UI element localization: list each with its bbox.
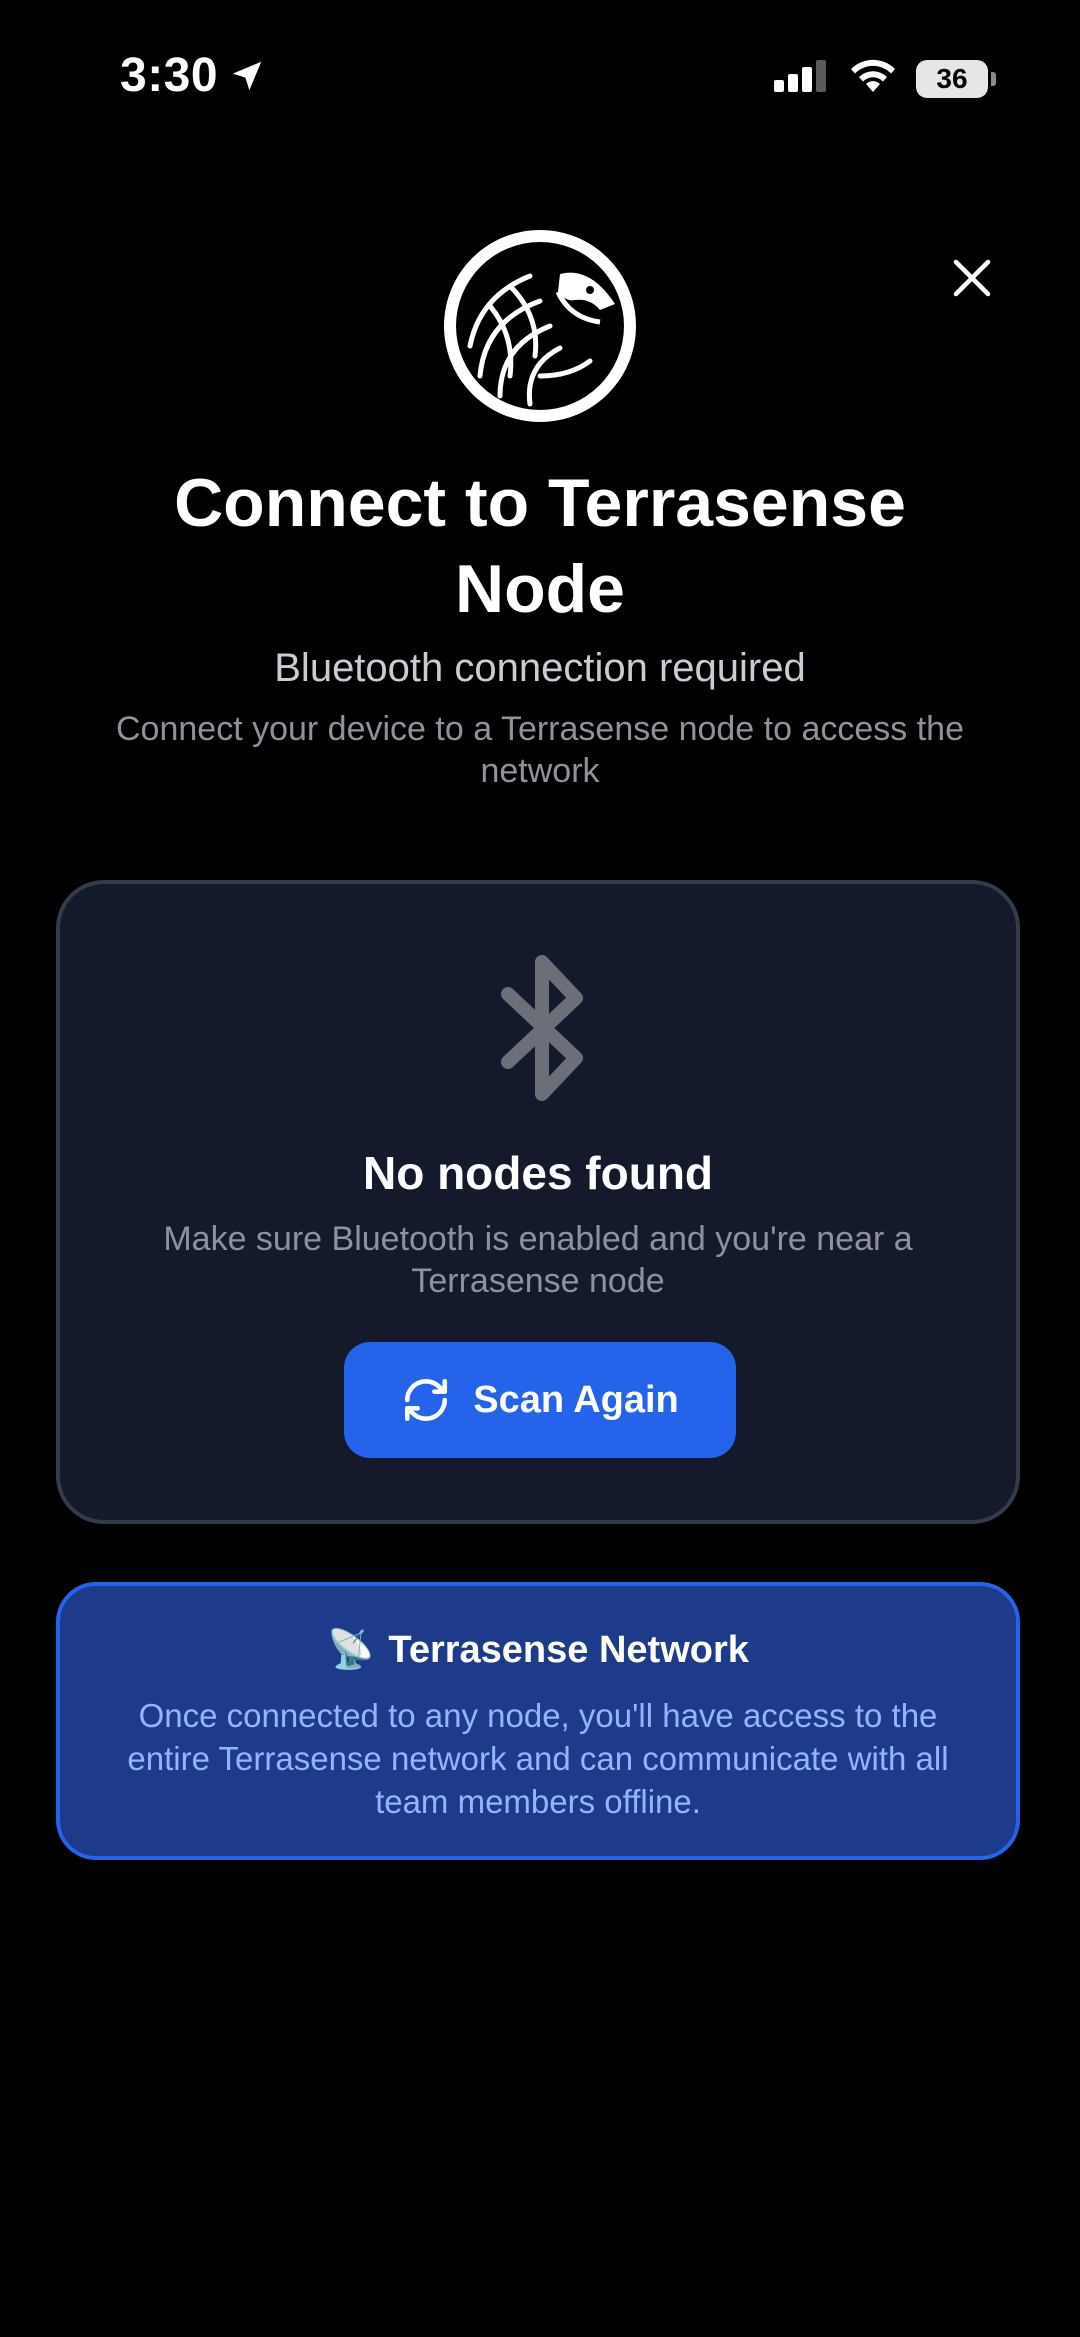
no-nodes-heading: No nodes found — [362, 1147, 714, 1199]
battery-level: 36 — [936, 62, 968, 94]
status-time: 3:30 — [120, 49, 219, 102]
terrasense-pangolin-logo — [444, 230, 636, 422]
network-info-card: 📡 Terrasense Network Once connected to a… — [56, 1582, 1020, 1860]
status-bar: 3:30 36 — [0, 0, 1080, 150]
refresh-icon — [405, 1378, 448, 1422]
bluetooth-icon — [501, 955, 583, 1101]
scan-again-label: Scan Again — [473, 1378, 679, 1421]
status-time-group: 3:30 — [120, 48, 266, 103]
network-title-row: 📡 Terrasense Network — [60, 1628, 1016, 1672]
page-subtitle: Bluetooth connection required — [274, 646, 806, 690]
close-icon — [953, 259, 991, 297]
network-description: Once connected to any node, you'll have … — [127, 1697, 949, 1820]
status-indicators: 36 — [774, 58, 996, 99]
page-description: Connect your device to a Terrasense node… — [116, 710, 964, 790]
scan-status-card: No nodes found Make sure Bluetooth is en… — [56, 880, 1020, 1524]
close-button[interactable] — [946, 252, 998, 304]
satellite-dish-icon: 📡 — [327, 1629, 375, 1671]
cellular-signal-icon — [774, 58, 830, 99]
terrasense-logo — [440, 226, 640, 426]
scan-again-button[interactable]: Scan Again — [344, 1342, 736, 1458]
battery-indicator: 36 — [916, 59, 996, 98]
network-title: Terrasense Network — [388, 1628, 749, 1671]
wifi-icon — [848, 58, 898, 99]
location-arrow-icon — [228, 57, 266, 95]
no-nodes-hint: Make sure Bluetooth is enabled and you'r… — [163, 1220, 913, 1300]
page-title: Connect to Terrasense Node — [174, 465, 906, 627]
